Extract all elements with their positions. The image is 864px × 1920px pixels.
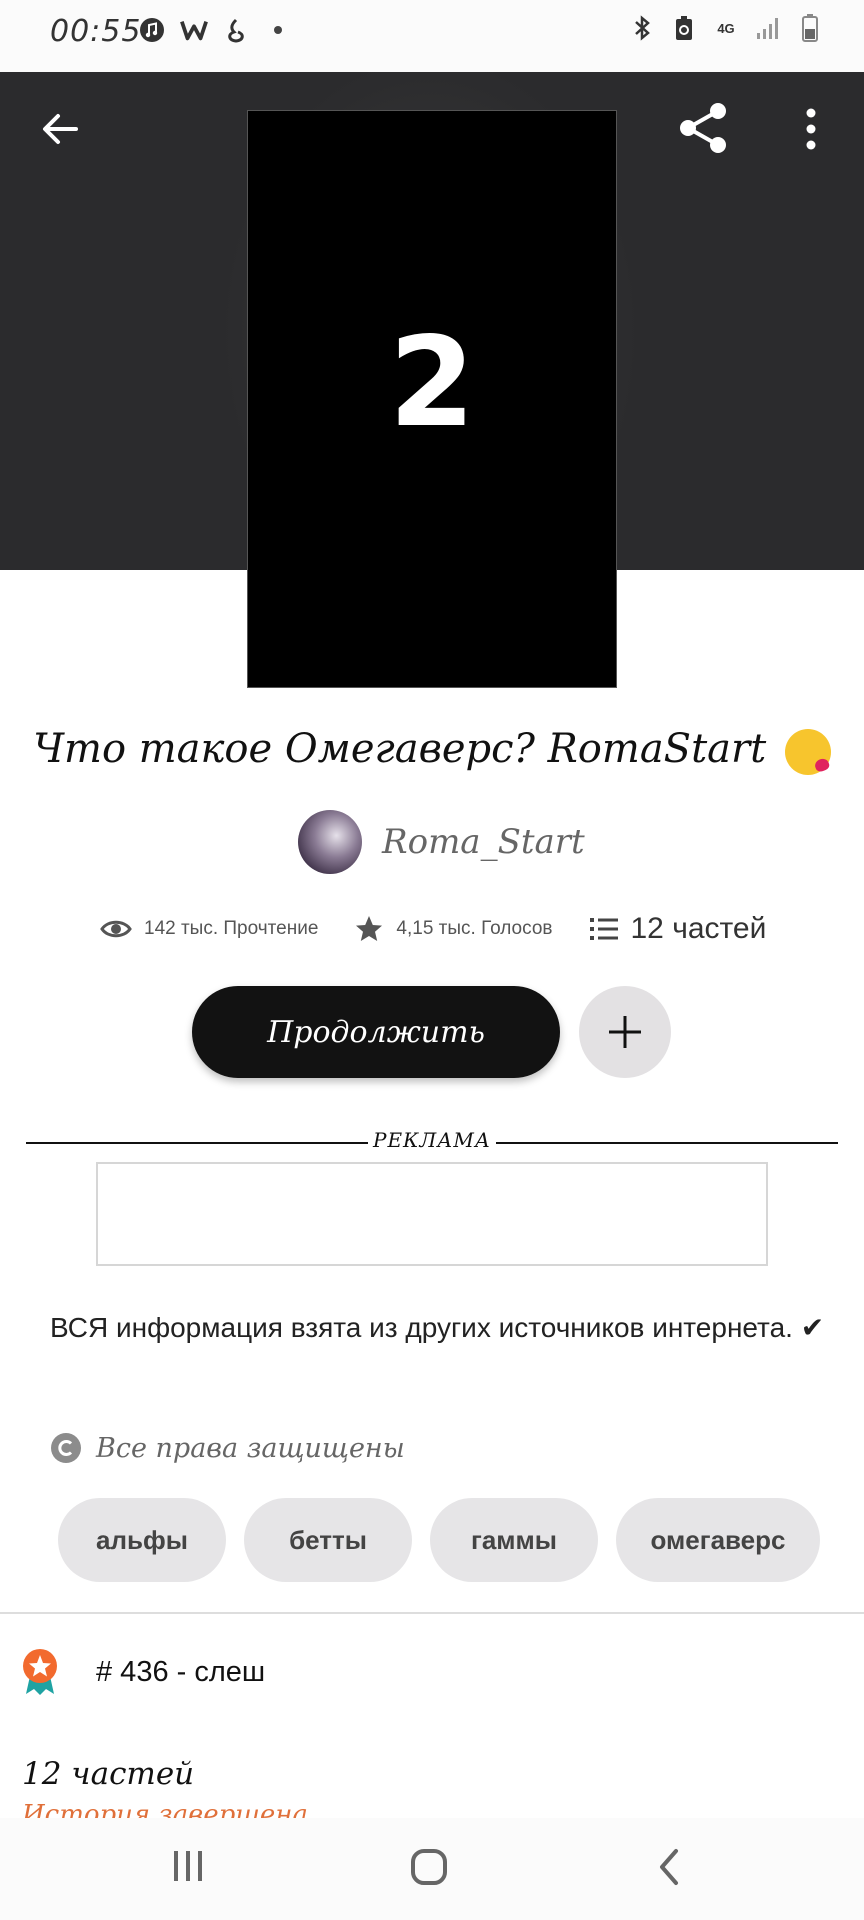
- ad-banner[interactable]: [96, 1162, 768, 1266]
- back-button[interactable]: [36, 105, 84, 153]
- battery-saver-icon: [670, 14, 698, 42]
- tag-chip[interactable]: альфы: [58, 1498, 226, 1582]
- author-link[interactable]: Roma_Start: [298, 810, 585, 874]
- ad-label: РЕКЛАМА: [373, 1128, 491, 1152]
- w-app-icon: [180, 16, 208, 44]
- avatar: [298, 810, 362, 874]
- network-4g-icon: 4G: [712, 14, 740, 42]
- votes-count: 4,15 тыс. Голосов: [396, 918, 553, 939]
- author-name: Roma_Start: [382, 822, 585, 862]
- copyright-text: Все права защищены: [96, 1432, 405, 1464]
- music-icon: [138, 16, 166, 44]
- network-label: 4G: [717, 20, 735, 36]
- home-button[interactable]: [410, 1848, 448, 1891]
- continue-reading-button[interactable]: Продолжить: [192, 986, 560, 1078]
- more-options-button[interactable]: [796, 104, 826, 154]
- tag-list: альфы бетты гаммы омегаверс: [58, 1498, 820, 1582]
- back-icon: [660, 1849, 678, 1885]
- dot-icon: [264, 16, 292, 44]
- add-to-library-button[interactable]: [579, 986, 671, 1078]
- status-icons-left: [138, 16, 292, 44]
- kissing-face-emoji-icon: [784, 729, 831, 775]
- star-icon: [356, 916, 383, 941]
- story-cover[interactable]: 2: [247, 110, 617, 688]
- tag-chip[interactable]: гаммы: [430, 1498, 598, 1582]
- more-vertical-icon: [806, 108, 816, 150]
- battery-icon: [796, 14, 824, 42]
- eye-icon: [100, 920, 132, 938]
- story-description: ВСЯ информация взята из других источнико…: [50, 1312, 825, 1343]
- story-title-text: Что такое Омегаверс? RomaStart: [33, 726, 767, 772]
- share-icon: [680, 103, 726, 153]
- copyright-notice: Все права защищены: [50, 1432, 405, 1464]
- signal-icon: [754, 14, 782, 42]
- reads-stat: 142 тыс. Прочтение: [100, 917, 318, 941]
- bluetooth-icon: [628, 14, 656, 42]
- reads-count: 142 тыс. Прочтение: [144, 918, 319, 939]
- notification-icon: [222, 16, 250, 44]
- section-divider: [0, 1612, 864, 1614]
- ranking-row[interactable]: # 436 - слеш: [20, 1648, 265, 1696]
- recent-apps-button[interactable]: [170, 1848, 206, 1889]
- story-title: Что такое Омегаверс? RomaStart: [0, 726, 864, 775]
- status-time: 00:55: [50, 14, 142, 49]
- parts-heading: 12 частей: [22, 1756, 195, 1792]
- tag-chip[interactable]: омегаверс: [616, 1498, 820, 1582]
- cover-text: 2: [388, 311, 476, 455]
- share-button[interactable]: [676, 100, 730, 156]
- home-icon: [411, 1849, 447, 1885]
- parts-count: 12 частей: [630, 912, 767, 945]
- status-bar: 00:55 4G: [0, 0, 864, 72]
- system-nav-bar: [0, 1818, 864, 1920]
- copyright-icon: [51, 1433, 81, 1463]
- award-badge-icon: [23, 1649, 57, 1695]
- recent-apps-icon: [174, 1851, 202, 1881]
- tag-chip[interactable]: бетты: [244, 1498, 412, 1582]
- system-back-button[interactable]: [654, 1848, 684, 1891]
- list-icon: [589, 918, 618, 940]
- parts-stat[interactable]: 12 частей: [589, 912, 767, 946]
- arrow-left-icon: [43, 114, 78, 144]
- story-stats: 142 тыс. Прочтение 4,15 тыс. Голосов 12 …: [100, 912, 802, 946]
- story-status: История завершена: [22, 1802, 308, 1818]
- status-icons-right: 4G: [628, 14, 824, 42]
- votes-stat: 4,15 тыс. Голосов: [354, 914, 553, 944]
- plus-icon: [609, 1016, 641, 1048]
- ranking-text: # 436 - слеш: [96, 1655, 266, 1688]
